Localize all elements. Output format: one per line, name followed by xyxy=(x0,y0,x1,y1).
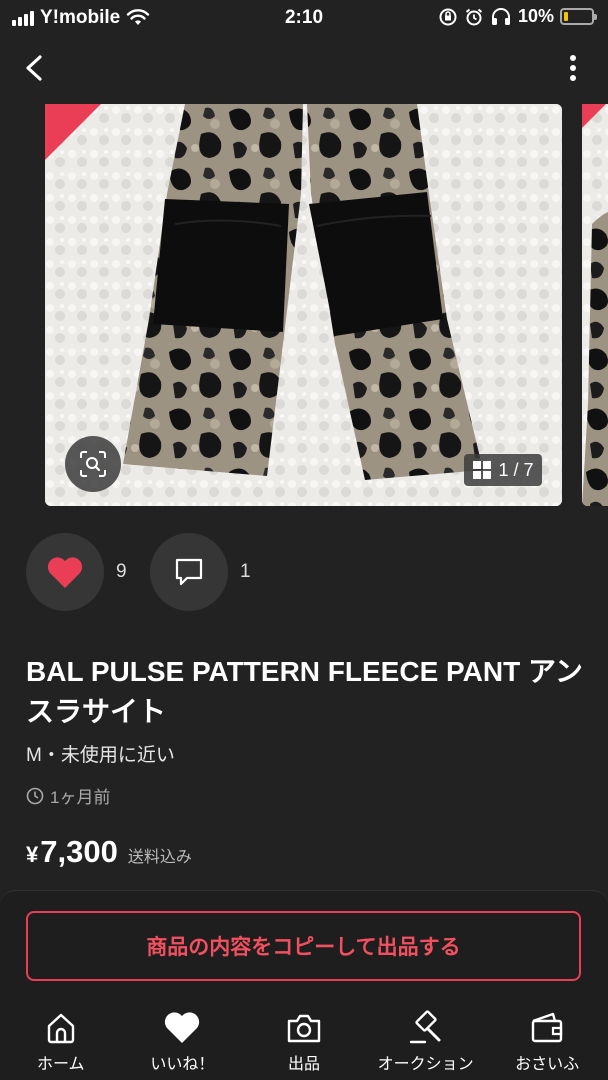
grid-icon xyxy=(473,461,492,479)
like-button[interactable] xyxy=(26,533,104,611)
heart-icon xyxy=(47,557,83,588)
comment-icon xyxy=(175,558,203,586)
sale-ribbon xyxy=(45,104,101,160)
home-icon xyxy=(41,1010,81,1046)
status-bar: Y!mobile 2:10 10% xyxy=(0,0,608,36)
tab-auction-label: オークション xyxy=(377,1056,474,1073)
battery-percent: 10% xyxy=(517,6,554,26)
posted-time: 1ヶ月前 xyxy=(26,783,110,808)
tab-wallet[interactable]: おさいふ xyxy=(486,1002,608,1080)
price-amount: 7,300 xyxy=(40,834,118,869)
posted-time-text: 1ヶ月前 xyxy=(50,788,111,807)
more-vertical-icon xyxy=(570,55,576,81)
item-price: ¥ 7,300 送料込み xyxy=(26,834,192,870)
image-search-button[interactable] xyxy=(65,436,121,492)
tab-wallet-label: おさいふ xyxy=(515,1056,580,1073)
wallet-icon xyxy=(527,1010,567,1046)
like-count: 9 xyxy=(116,561,127,582)
image-counter[interactable]: 1 / 7 xyxy=(464,454,542,486)
item-condition: M・未使用に近い xyxy=(26,745,175,766)
image-counter-text: 1 / 7 xyxy=(498,459,534,480)
tab-likes[interactable]: いいね！ xyxy=(122,1002,244,1080)
shipping-note: 送料込み xyxy=(127,849,192,866)
comment-count: 1 xyxy=(240,561,251,582)
next-photo-peek[interactable] xyxy=(582,104,608,506)
image-search-icon xyxy=(80,451,106,477)
comment-button[interactable] xyxy=(150,533,228,611)
gavel-icon xyxy=(406,1010,446,1046)
battery-icon xyxy=(560,8,597,25)
clock-icon xyxy=(26,787,44,804)
sale-ribbon-next xyxy=(582,104,606,128)
back-button[interactable] xyxy=(18,50,54,86)
headphones-icon xyxy=(491,7,510,25)
tab-auction[interactable]: オークション xyxy=(365,1002,487,1080)
alarm-icon xyxy=(465,8,483,25)
price-currency: ¥ xyxy=(26,842,39,867)
tab-likes-label: いいね！ xyxy=(150,1056,215,1073)
tab-home-label: ホーム xyxy=(37,1056,85,1073)
heart-icon xyxy=(162,1010,202,1046)
item-title: BAL PULSE PATTERN FLEECE PANT アンスラサイト xyxy=(26,656,583,727)
copy-listing-button[interactable]: 商品の内容をコピーして出品する xyxy=(26,911,581,981)
chevron-left-icon xyxy=(26,55,42,81)
next-photo-image xyxy=(582,104,608,506)
rotation-lock-icon xyxy=(439,8,457,25)
tab-sell[interactable]: 出品 xyxy=(243,1002,365,1080)
tab-sell-label: 出品 xyxy=(287,1056,320,1073)
more-menu-button[interactable] xyxy=(568,53,578,83)
tab-bar: ホーム いいね！ 出品 オークション おさいふ xyxy=(0,1002,608,1080)
tab-home[interactable]: ホーム xyxy=(0,1002,122,1080)
fleece-pants-image xyxy=(45,104,562,506)
camera-icon xyxy=(284,1010,324,1046)
status-right: 10% xyxy=(438,6,597,27)
product-photo[interactable] xyxy=(45,104,562,506)
